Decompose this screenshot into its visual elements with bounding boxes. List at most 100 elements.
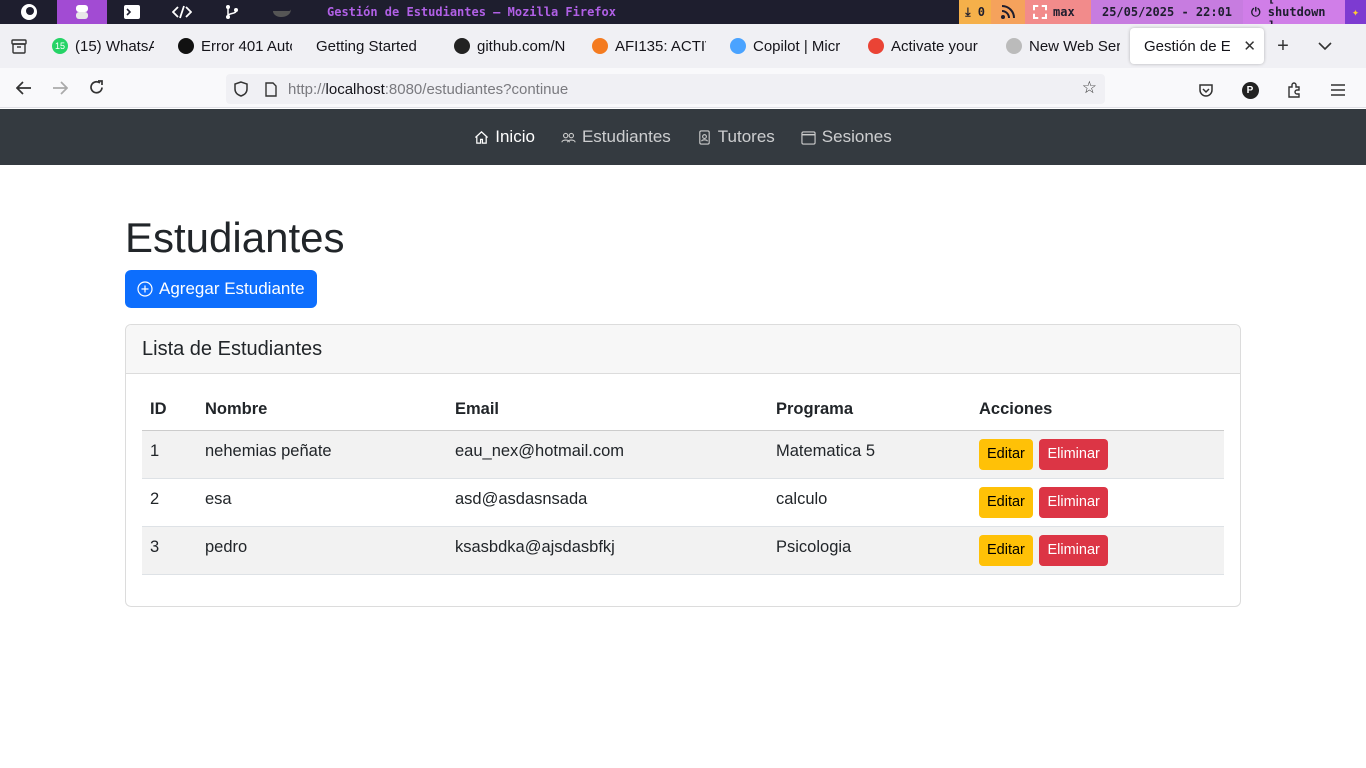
- col-header-programa: Programa: [768, 390, 971, 431]
- docker-icon: [273, 9, 291, 17]
- tab-item[interactable]: github.com/N: [440, 28, 578, 64]
- reload-icon: [89, 80, 103, 94]
- app-navbar: Inicio Estudiantes Tutores Sesiones: [0, 109, 1366, 165]
- url-bar[interactable]: http://localhost:8080/estudiantes?contin…: [226, 74, 1105, 104]
- downloads-indicator[interactable]: ⤓ 0: [959, 0, 991, 24]
- tab-favicon-icon: 15: [52, 38, 68, 54]
- url-text[interactable]: http://localhost:8080/estudiantes?contin…: [288, 81, 568, 98]
- cell-nombre: esa: [205, 489, 232, 508]
- tab-list-icon[interactable]: [1306, 24, 1344, 68]
- edit-button[interactable]: Editar: [979, 486, 1033, 518]
- menu-icon[interactable]: [1320, 72, 1356, 108]
- tab-item[interactable]: Activate your: [854, 28, 992, 64]
- reload-button[interactable]: [78, 70, 114, 106]
- students-table: ID Nombre Email Programa Acciones 1 nehe…: [142, 390, 1224, 575]
- nav-tutores[interactable]: Tutores: [684, 127, 788, 147]
- forward-button[interactable]: [42, 70, 78, 106]
- tab-favicon-icon: [730, 38, 746, 54]
- layout-indicator[interactable]: max: [1025, 0, 1091, 24]
- calendar-icon: [801, 130, 816, 145]
- nav-tutores-label: Tutores: [717, 127, 775, 146]
- cell-id: 1: [150, 441, 160, 460]
- delete-button[interactable]: Eliminar: [1039, 438, 1108, 470]
- main-content: Estudiantes Agregar Estudiante Lista de …: [125, 165, 1241, 607]
- tab-favicon-icon: [454, 38, 470, 54]
- tab-favicon-icon: [1006, 38, 1022, 54]
- delete-button[interactable]: Eliminar: [1039, 534, 1108, 566]
- window-title: Gestión de Estudiantes — Mozilla Firefox: [327, 5, 616, 19]
- tab-item[interactable]: Copilot | Micr: [716, 28, 854, 64]
- tab-item[interactable]: Getting Started: [302, 28, 440, 64]
- table-row: 1 nehemias peñate eau_nex@hotmail.com Ma…: [142, 430, 1224, 479]
- layout-icon: [1033, 5, 1047, 19]
- download-icon: ⤓: [965, 4, 971, 19]
- tab-item[interactable]: AFI135: ACTIV: [578, 28, 716, 64]
- tab-favicon-icon: [868, 38, 884, 54]
- plus-circle-icon: [137, 281, 153, 297]
- url-host: localhost: [325, 80, 385, 98]
- edit-button[interactable]: Editar: [979, 438, 1033, 470]
- workspace-4[interactable]: [157, 0, 207, 24]
- delete-button[interactable]: Eliminar: [1039, 486, 1108, 518]
- cell-nombre: nehemias peñate: [205, 441, 332, 460]
- table-row: 3 pedro ksasbdka@ajsdasbfkj Psicologia E…: [142, 526, 1224, 575]
- downloads-count: 0: [977, 5, 985, 19]
- shield-icon[interactable]: [226, 81, 256, 97]
- pocket-icon[interactable]: [1188, 72, 1224, 108]
- bookmark-star-icon[interactable]: ☆: [1082, 78, 1097, 98]
- tab-active[interactable]: Gestión de Est ✕: [1130, 28, 1264, 64]
- cell-nombre: pedro: [205, 537, 248, 556]
- workspace-3[interactable]: [107, 0, 157, 24]
- os-logo-icon: [20, 4, 37, 20]
- new-tab-button[interactable]: +: [1264, 24, 1302, 68]
- workspace-6[interactable]: [257, 0, 307, 24]
- workspace-1[interactable]: [0, 0, 57, 24]
- tab-favicon-icon: [592, 38, 608, 54]
- nav-sesiones-label: Sesiones: [821, 127, 892, 146]
- tray-icon[interactable]: ✦: [1345, 0, 1366, 24]
- edit-button[interactable]: Editar: [979, 534, 1033, 566]
- extensions-icon[interactable]: [1276, 72, 1312, 108]
- nav-inicio-label: Inicio: [495, 127, 535, 146]
- profile-avatar[interactable]: P: [1232, 72, 1268, 108]
- close-icon[interactable]: ✕: [1243, 37, 1256, 55]
- cell-id: 3: [150, 537, 160, 556]
- python-icon: [76, 5, 88, 19]
- shutdown-button[interactable]: ⏻ [ shutdown ]: [1243, 0, 1345, 33]
- back-arrow-icon: [16, 80, 31, 95]
- back-button[interactable]: [6, 70, 42, 106]
- nav-estudiantes[interactable]: Estudiantes: [548, 127, 684, 147]
- col-header-id: ID: [142, 390, 197, 431]
- students-card: Lista de Estudiantes ID Nombre Email Pro…: [125, 324, 1241, 607]
- tab-item[interactable]: Error 401 Auto: [164, 28, 302, 64]
- tab-item[interactable]: 15 (15) WhatsApp: [38, 28, 164, 64]
- tab-label: Activate your: [891, 37, 978, 55]
- cell-programa: calculo: [776, 489, 828, 508]
- card-title: Lista de Estudiantes: [126, 325, 1240, 374]
- workspace-5[interactable]: [207, 0, 257, 24]
- page-icon[interactable]: [256, 81, 286, 97]
- nav-estudiantes-label: Estudiantes: [581, 127, 671, 146]
- tab-label: Getting Started: [316, 37, 417, 55]
- tab-label: AFI135: ACTIV: [615, 37, 706, 55]
- rss-icon[interactable]: [991, 0, 1025, 24]
- tab-item[interactable]: New Web Ser: [992, 28, 1130, 64]
- workspace-2[interactable]: [57, 0, 107, 24]
- url-rest: :8080/estudiantes?continue: [384, 80, 569, 98]
- add-student-button[interactable]: Agregar Estudiante: [125, 270, 317, 308]
- tab-overview-icon[interactable]: [0, 24, 38, 68]
- page-title: Estudiantes: [125, 214, 345, 261]
- cell-programa: Matematica 5: [776, 441, 876, 460]
- cell-email: ksasbdka@ajsdasbfkj: [455, 537, 615, 556]
- tab-favicon-icon: [178, 38, 194, 54]
- tab-bar: 15 (15) WhatsApp Error 401 Auto Getting Sta…: [0, 24, 1366, 68]
- nav-sesiones[interactable]: Sesiones: [788, 127, 905, 147]
- tab-label: Gestión de Est: [1144, 37, 1231, 55]
- home-icon: [475, 130, 489, 144]
- person-badge-icon: [699, 129, 710, 145]
- toolbar-right: P: [1188, 72, 1356, 108]
- cell-email: eau_nex@hotmail.com: [455, 441, 625, 460]
- system-bar: Gestión de Estudiantes — Mozilla Firefox…: [0, 0, 1366, 33]
- card-body: ID Nombre Email Programa Acciones 1 nehe…: [126, 374, 1240, 591]
- nav-inicio[interactable]: Inicio: [461, 127, 548, 147]
